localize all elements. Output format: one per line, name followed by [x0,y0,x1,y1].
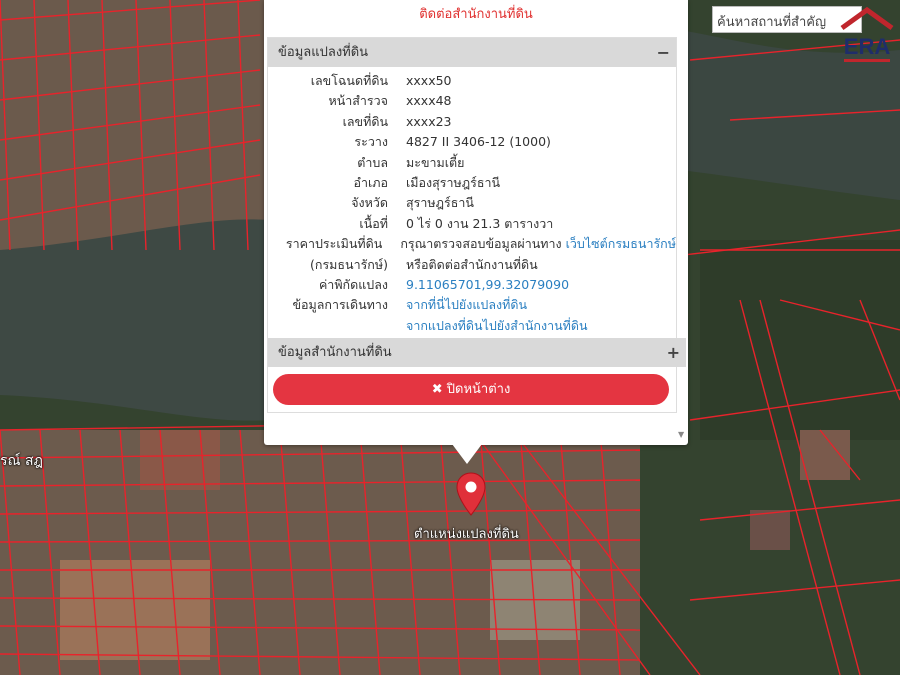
row-label: จังหวัด [351,195,388,211]
price-row: ราคาประเมินที่ดิน กรุณาตรวจสอบข้อมูลผ่าน… [268,234,676,254]
section-parcel-info-title: ข้อมูลแปลงที่ดิน [278,45,369,60]
price-label: ราคาประเมินที่ดิน [285,236,383,252]
price-row-2: (กรมธนารักษ์) หรือติดต่อสำนักงานที่ดิน [268,255,676,275]
route-row-2: จากแปลงที่ดินไปยังสำนักงานที่ดิน [268,316,676,336]
expand-icon[interactable]: + [667,338,680,367]
close-button-label: ปิดหน้าต่าง [446,382,511,397]
section-land-office-header[interactable]: ข้อมูลสำนักงานที่ดิน + [268,338,686,367]
row-value: 4827 II 3406-12 (1000) [406,134,551,150]
row-label: ตำบล [357,154,388,170]
map-marker-label: ตำแหน่งแปลงที่ดิน [414,527,519,542]
info-row: อำเภอ เมืองสุราษฎร์ธานี [268,173,676,193]
row-value: xxxx48 [406,93,452,109]
row-label: หน้าสำรวจ [328,93,388,109]
info-row: เนื้อที่ 0 ไร่ 0 งาน 21.3 ตารางวา [268,214,676,234]
route-to-office-link[interactable]: จากแปลงที่ดินไปยังสำนักงานที่ดิน [406,316,676,336]
map-marker-icon[interactable] [456,472,486,516]
row-value: เมืองสุราษฎร์ธานี [406,175,501,191]
route-label: ข้อมูลการเดินทาง [292,297,388,313]
contact-land-office-note: ติดต่อสำนักงานที่ดิน [419,7,533,22]
coords-row: ค่าพิกัดแปลง 9.11065701,99.32079090 [268,275,676,295]
row-label: เนื้อที่ [359,215,388,231]
era-logo: ERA [840,6,894,62]
row-value: มะขามเตี้ย [406,154,465,170]
coords-link[interactable]: 9.11065701,99.32079090 [406,275,676,295]
collapse-icon[interactable]: − [657,38,670,67]
section-parcel-info-header[interactable]: ข้อมูลแปลงที่ดิน − [268,38,676,67]
svg-text:ERA: ERA [844,34,891,59]
price-text-2: หรือติดต่อสำนักงานที่ดิน [406,256,538,272]
treasury-website-link[interactable]: เว็บไซต์กรมธนารักษ์ [566,236,676,251]
route-to-parcel-link[interactable]: จากที่นี่ไปยังแปลงที่ดิน [406,295,676,315]
parcel-info-rows: เลขโฉนดที่ดิน xxxx50 หน้าสำรวจ xxxx48 เลขท… [268,67,676,338]
price-label-2: (กรมธนารักษ์) [310,256,388,272]
row-value: สุราษฎร์ธานี [406,195,474,211]
row-label: ระวาง [354,134,388,150]
popup-tail [452,444,482,464]
row-label: อำเภอ [353,175,388,191]
section-land-office-title: ข้อมูลสำนักงานที่ดิน [278,345,392,360]
route-row: ข้อมูลการเดินทาง จากที่นี่ไปยังแปลงที่ดิ… [268,295,676,315]
row-value: 0 ไร่ 0 งาน 21.3 ตารางวา [406,215,554,231]
info-row: จังหวัด สุราษฎร์ธานี [268,193,676,213]
info-row: เลขโฉนดที่ดิน xxxx50 [268,71,676,91]
scroll-down-icon[interactable]: ▼ [678,430,684,439]
close-window-button[interactable]: ✖ ปิดหน้าต่าง [273,374,669,405]
row-value: xxxx50 [406,73,452,88]
price-text: กรุณาตรวจสอบข้อมูลผ่านทาง [400,236,566,252]
parcel-info-popup: ติดต่อสำนักงานที่ดิน ข้อมูลแปลงที่ดิน − … [264,0,688,445]
row-label: เลขที่ดิน [342,113,388,129]
close-icon: ✖ [431,382,443,397]
info-row: หน้าสำรวจ xxxx48 [268,91,676,111]
info-row: เลขที่ดิน xxxx23 [268,112,676,132]
info-row: ระวาง 4827 II 3406-12 (1000) [268,132,676,152]
row-value: xxxx23 [406,113,452,129]
coords-label: ค่าพิกัดแปลง [318,277,388,293]
popup-panel: ข้อมูลแปลงที่ดิน − เลขโฉนดที่ดิน xxxx50 ห… [267,37,686,413]
map-place-label: รณ์ สฎ [0,453,43,469]
info-row: ตำบล มะขามเตี้ย [268,153,676,173]
row-label: เลขโฉนดที่ดิน [310,73,388,88]
